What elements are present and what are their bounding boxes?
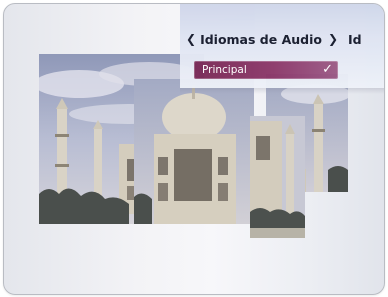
menu-shadow (180, 88, 384, 94)
screen-frame: ❮ Idiomas de Audio ❯ Id Principal ✓ (3, 3, 385, 295)
photo-tile-bottom (250, 116, 305, 238)
menu-header: ❮ Idiomas de Audio ❯ Id (180, 26, 384, 52)
checkmark-icon: ✓ (322, 62, 333, 77)
menu-item-label: Principal (202, 64, 247, 76)
menu-title: Idiomas de Audio (200, 31, 322, 47)
audio-language-menu: ❮ Idiomas de Audio ❯ Id Principal ✓ (180, 4, 384, 88)
next-menu-title: Id (348, 31, 362, 47)
menu-item-principal[interactable]: Principal ✓ (194, 61, 338, 79)
chevron-right-icon[interactable]: ❯ (328, 32, 338, 46)
photo-tile-center (134, 79, 254, 224)
chevron-left-icon[interactable]: ❮ (186, 32, 196, 46)
